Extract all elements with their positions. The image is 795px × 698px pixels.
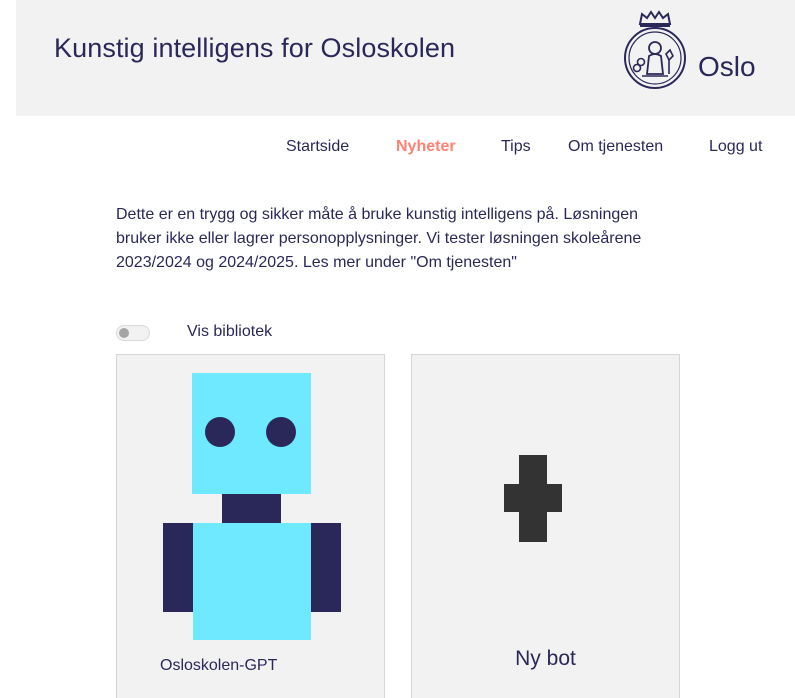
new-bot-label: Ny bot xyxy=(515,647,576,670)
intro-text: Dette er en trygg og sikker måte å bruke… xyxy=(116,206,642,271)
new-bot-card[interactable]: Ny bot xyxy=(411,354,680,698)
site-header: Kunstig intelligens for Osloskolen Oslo xyxy=(16,0,795,116)
nav-om-tjenesten[interactable]: Om tjenesten xyxy=(568,138,663,156)
site-title: Kunstig intelligens for Osloskolen xyxy=(54,33,456,63)
bot-card-label: Osloskolen-GPT xyxy=(160,657,278,674)
logo-text: Oslo xyxy=(698,51,756,82)
nav-logg-ut[interactable]: Logg ut xyxy=(709,138,762,156)
bot-card-osloskolen-gpt[interactable]: Osloskolen-GPT xyxy=(116,354,385,698)
oslo-seal-icon xyxy=(624,10,686,89)
oslo-logo[interactable]: Oslo xyxy=(620,10,795,100)
nav-nyheter[interactable]: Nyheter xyxy=(396,138,456,156)
plus-icon xyxy=(504,455,562,542)
toggle-knob xyxy=(119,328,129,338)
main-nav: Startside Nyheter Tips Om tjenesten Logg… xyxy=(0,138,795,162)
library-toggle-label[interactable]: Vis bibliotek xyxy=(187,323,272,341)
robot-icon xyxy=(163,373,341,640)
nav-startside[interactable]: Startside xyxy=(286,138,349,156)
nav-tips[interactable]: Tips xyxy=(501,138,531,156)
library-toggle[interactable] xyxy=(116,325,150,341)
